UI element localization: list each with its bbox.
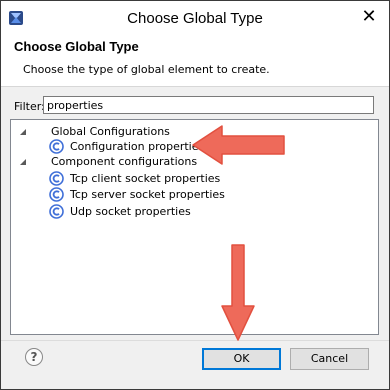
tree-group-label: Component configurations — [51, 155, 198, 168]
global-type-tree[interactable]: Global Configurations Configuration prop… — [10, 119, 379, 335]
tree-item-label: Udp socket properties — [70, 205, 191, 218]
header-banner: Choose Global Type Choose the type of gl… — [1, 35, 389, 86]
choose-global-type-dialog: Choose Global Type ✕ Choose Global Type … — [0, 0, 390, 390]
filter-input[interactable] — [43, 96, 374, 114]
footer-separator — [1, 340, 389, 341]
tree-item-label: Tcp client socket properties — [70, 172, 221, 185]
help-button[interactable]: ? — [25, 348, 43, 366]
tree-item-label: Configuration properties — [70, 140, 205, 153]
tree-group-label: Global Configurations — [51, 125, 170, 138]
banner-description: Choose the type of global element to cre… — [23, 63, 270, 76]
global-element-icon — [49, 204, 64, 219]
global-element-icon — [49, 171, 64, 186]
global-element-icon — [49, 187, 64, 202]
banner-separator — [1, 86, 389, 87]
expand-arrow-icon[interactable] — [19, 128, 27, 136]
global-element-icon — [49, 139, 64, 154]
tree-item-label: Tcp server socket properties — [70, 188, 225, 201]
banner-title: Choose Global Type — [14, 39, 139, 54]
window-title: Choose Global Type — [127, 10, 263, 27]
filter-label: Filter: — [14, 100, 45, 113]
cancel-button[interactable]: Cancel — [290, 348, 369, 370]
expand-arrow-icon[interactable] — [19, 158, 27, 166]
ok-button[interactable]: OK — [202, 348, 281, 370]
title-bar: Choose Global Type ✕ — [1, 1, 389, 35]
close-button[interactable]: ✕ — [359, 8, 379, 26]
